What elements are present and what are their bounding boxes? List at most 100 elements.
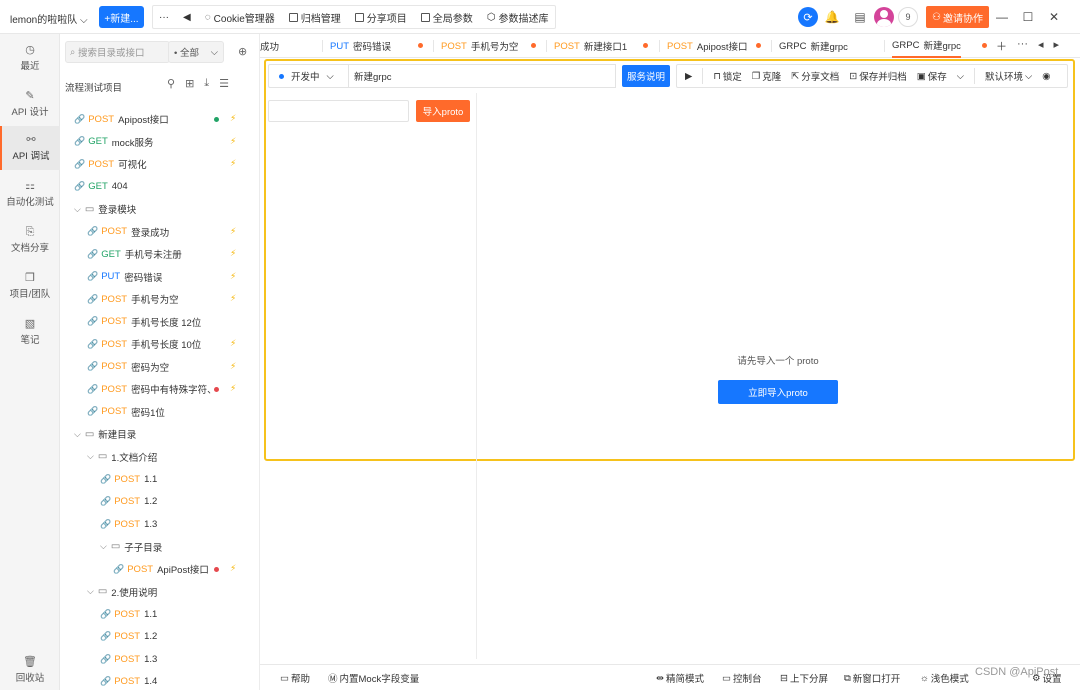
tree-node[interactable]: 🔗 GET mock服务 [74,131,153,153]
new-window-icon: ⧉ [844,672,851,684]
request-tab[interactable]: POST 新建接口1 [554,34,627,58]
simple-mode-button[interactable]: ⇹ 精简模式 [656,671,704,686]
unsaved-dot-icon [982,43,987,48]
tree-folder[interactable]: ⌵ ▭ 登录模块 [74,198,136,220]
bell-icon[interactable]: 🔔 [818,10,846,24]
request-tab[interactable]: POST 手机号为空 [441,34,518,58]
env-select[interactable]: 默认环境 ⌵ [985,69,1032,84]
tree-node[interactable]: 🔗 POST 登录成功 [87,221,169,243]
new-window-button[interactable]: ⧉ 新窗口打开 [844,671,900,686]
request-tab[interactable]: GRPC 新建grpc [779,34,848,58]
request-tab[interactable]: 成功 [260,34,279,58]
share-node-icon[interactable]: ⚲ [167,77,175,90]
service-doc-button[interactable]: 服务说明 [622,65,670,87]
rail-item-notes[interactable]: ▧ 笔记 [0,310,60,354]
tree-node[interactable]: 🔗 POST 1.2 [100,491,157,513]
run-icon[interactable]: ▶ [685,71,692,82]
share-doc-button[interactable]: ⇱ 分享文档 [791,69,839,84]
tree-node[interactable]: 🔗 POST 1.1 [100,603,157,625]
tree-search-input[interactable]: ⌕ 搜索目录或接口 [65,41,170,63]
tree-node[interactable]: 🔗 POST 手机号为空 [87,288,179,310]
rail-item-trash[interactable]: 🗑 回收站 [0,648,60,692]
sort-icon[interactable]: ☰ [219,77,229,90]
tree-node[interactable]: 🔗 POST 密码中有特殊字符、 [87,378,217,400]
mock-vars-button[interactable]: Ⓜ 内置Mock字段变量 [328,671,419,685]
maximize-icon[interactable]: ☐ [1015,10,1041,24]
more-tabs-icon[interactable]: ··· [1017,38,1028,54]
tree-node[interactable]: 🔗 POST 1.2 [100,626,157,648]
tree-folder[interactable]: ⌵ ▭ 1.文档介绍 [87,446,157,468]
tree-node[interactable]: 🔗 POST 密码1位 [87,401,165,423]
sync-icon[interactable]: ⟳ [798,7,818,27]
tree-node[interactable]: 🔗 POST 1.4 [100,671,157,691]
tree-node[interactable]: 🔗 GET 手机号未注册 [87,243,182,265]
tree-folder[interactable]: ⌵ ▭ 子子目录 [100,536,162,558]
lock-button[interactable]: ⊓ 锁定 [713,69,741,84]
add-tab-icon[interactable]: ＋ [996,38,1007,54]
rail-item-automation[interactable]: ⚏ 自动化测试 [0,172,60,216]
save-menu-chevron-icon[interactable]: ⌵ [957,71,964,82]
tree-node[interactable]: 🔗 POST 1.1 [100,468,157,490]
rail-item-team[interactable]: ❒ 项目/团队 [0,264,60,308]
tree-filter-select[interactable]: • 全部 ⌵ [168,41,224,63]
global-params-button[interactable]: 全局参数 [420,10,473,25]
tree-node[interactable]: 🔗 POST 手机号长度 12位 [87,311,201,333]
invite-button[interactable]: ⚇ 邀请协作 [926,6,989,28]
new-folder-icon[interactable]: ⊞ [185,77,194,90]
download-icon[interactable]: ⤓ [204,77,209,90]
tree-node[interactable]: 🔗 POST 可视化 [74,153,147,175]
avatar[interactable] [874,7,894,27]
tree-node[interactable]: 🔗 GET 404 [74,176,128,198]
close-icon[interactable]: ✕ [1041,10,1067,24]
node-name: 1.3 [144,518,158,530]
method-label: POST [101,316,128,327]
rail-item-api-debug[interactable]: ⚯ API 调试 [0,126,60,170]
console-button[interactable]: ▭ 控制台 [722,671,762,686]
request-tab[interactable]: POST Apipost接口 [667,34,748,58]
notes-icon[interactable]: ▤ [846,10,874,24]
tree-folder[interactable]: ⌵ ▭ 新建目录 [74,423,136,445]
rail-item-api-design[interactable]: ✎ API 设计 [0,82,60,126]
help-button[interactable]: ▭ 帮助 [280,671,310,686]
locate-icon[interactable]: ⊕ [238,45,247,58]
tree-folder[interactable]: ⌵ ▭ 2.使用说明 [87,581,157,603]
tree-node[interactable]: 🔗 PUT 密码错误 [87,266,162,288]
share-project-button[interactable]: 分享项目 [354,10,407,25]
request-tab[interactable]: GRPC 新建grpc [892,34,961,58]
rail-item-recent[interactable]: ◷ 最近 [0,36,60,80]
method-label: POST [88,158,115,170]
import-now-button[interactable]: 立即导入proto [718,380,838,404]
status-select[interactable]: 开发中 ⌵ [268,64,348,88]
clone-button[interactable]: ❐ 克隆 [752,69,782,84]
tab-right-icon[interactable]: ▸ [1054,38,1060,54]
node-name: 1.2 [144,496,158,507]
proto-path-input[interactable] [268,100,409,122]
tree-node[interactable]: 🔗 POST 1.3 [100,648,157,670]
request-name-input[interactable] [348,64,616,88]
link-icon: 🔗 [113,563,125,574]
light-mode-button[interactable]: ☼ 浅色模式 [920,671,969,686]
new-button[interactable]: +新建... [99,6,144,28]
eye-icon[interactable]: ◉ [1042,71,1050,82]
param-desc-lib-button[interactable]: ⬡ 参数描述库 [487,10,549,25]
tree-node[interactable]: 🔗 POST ApiPost接口 [113,558,209,580]
request-tab[interactable]: PUT 密码错误 [330,34,391,58]
tab-left-icon[interactable]: ◂ [1038,38,1044,54]
tree-node[interactable]: 🔗 POST 密码为空 [87,356,169,378]
more-icon[interactable]: ··· [159,12,169,23]
team-selector[interactable]: lemon的啦啦队 ⌵ [10,11,88,26]
cookie-manager-button[interactable]: ◌ Cookie管理器 [205,10,275,25]
rail-item-doc-share[interactable]: ⎘ 文档分享 [0,218,60,262]
collapse-icon[interactable]: ◀ [183,12,191,23]
import-proto-button[interactable]: 导入proto [416,100,470,122]
minimize-icon[interactable]: — [989,10,1015,24]
tree-node[interactable]: 🔗 POST Apipost接口 [74,108,169,130]
archive-button[interactable]: 归档管理 [288,10,341,25]
member-count-badge[interactable]: 9 [898,7,918,27]
tree-node[interactable]: 🔗 POST 手机号长度 10位 [87,333,201,355]
split-button[interactable]: ⊟ 上下分屏 [780,671,828,686]
method-label: POST [114,608,141,620]
save-archive-button[interactable]: ⊡ 保存并归档 [849,69,906,84]
save-button[interactable]: ▣ 保存 [917,69,947,84]
tree-node[interactable]: 🔗 POST 1.3 [100,513,157,535]
